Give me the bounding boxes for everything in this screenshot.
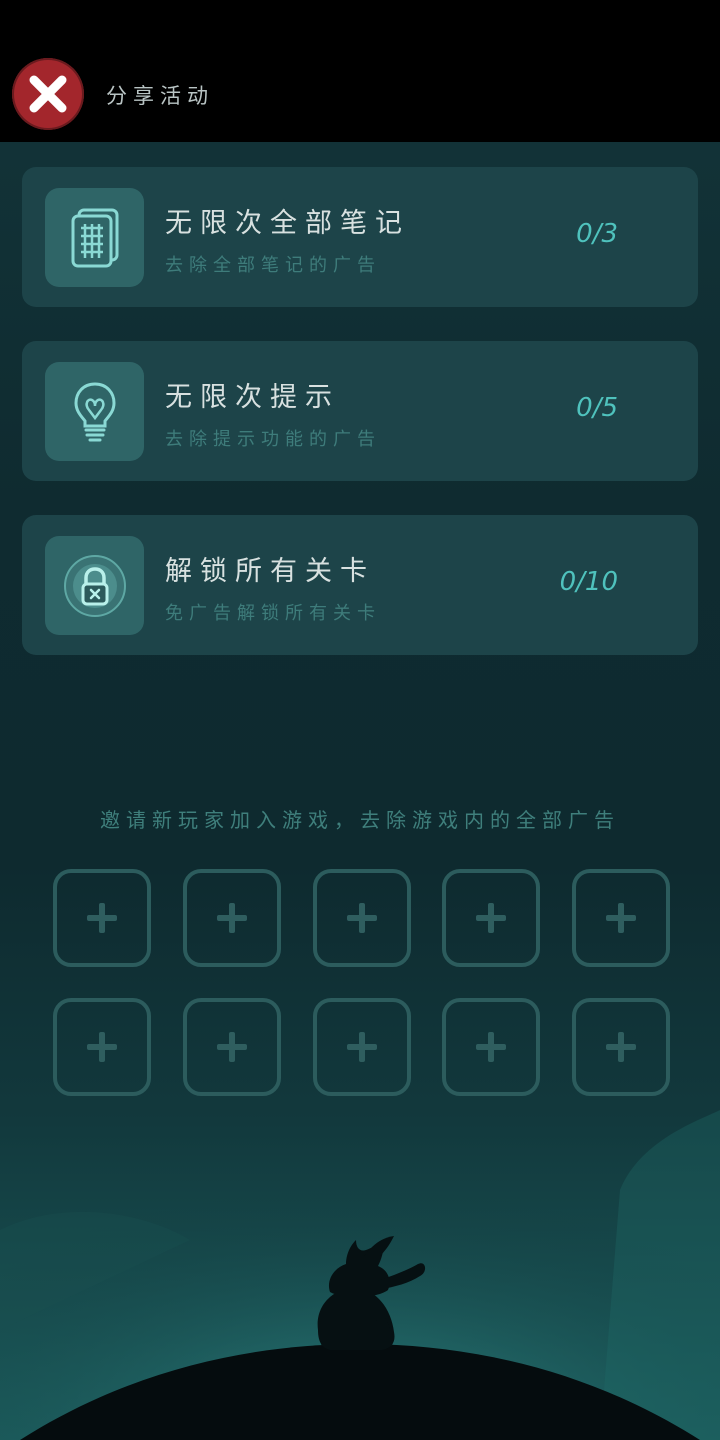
close-button[interactable]: [12, 58, 84, 130]
lightbulb-icon: [45, 362, 144, 461]
plus-icon: [87, 903, 117, 933]
close-icon: [29, 75, 67, 113]
card-title: 解锁所有关卡: [165, 556, 375, 587]
invite-slot[interactable]: [572, 869, 670, 967]
progress-count: 0/3: [576, 219, 618, 249]
invite-slot[interactable]: [442, 869, 540, 967]
plus-icon: [87, 1032, 117, 1062]
plus-icon: [476, 903, 506, 933]
padlock-icon: [45, 536, 144, 635]
card-subtitle: 去除提示功能的广告: [165, 429, 381, 450]
invite-slot[interactable]: [53, 869, 151, 967]
reward-card-notes[interactable]: 无限次全部笔记 去除全部笔记的广告 0/3: [22, 167, 698, 307]
plus-icon: [476, 1032, 506, 1062]
invite-slot[interactable]: [313, 869, 411, 967]
card-title: 无限次全部笔记: [165, 208, 410, 239]
card-subtitle: 免广告解锁所有关卡: [165, 603, 381, 624]
boy-on-planet-illustration: [0, 1080, 720, 1440]
plus-icon: [217, 903, 247, 933]
invite-slot[interactable]: [183, 869, 281, 967]
plus-icon: [347, 903, 377, 933]
plus-icon: [606, 903, 636, 933]
top-bar: 分享活动: [0, 0, 720, 142]
plus-icon: [347, 1032, 377, 1062]
plus-icon: [606, 1032, 636, 1062]
card-subtitle: 去除全部笔记的广告: [165, 255, 381, 276]
reward-card-unlock[interactable]: 解锁所有关卡 免广告解锁所有关卡 0/10: [22, 515, 698, 655]
share-activity-screen: 分享活动 无限次全部笔记 去除全部笔记的广告 0/3 无限次提示 去除提示功能的…: [0, 0, 720, 1440]
progress-count: 0/10: [559, 567, 618, 597]
invite-description: 邀请新玩家加入游戏，去除游戏内的全部广告: [100, 808, 620, 832]
progress-count: 0/5: [576, 393, 618, 423]
reward-card-hints[interactable]: 无限次提示 去除提示功能的广告 0/5: [22, 341, 698, 481]
page-title: 分享活动: [106, 84, 214, 108]
card-title: 无限次提示: [165, 382, 340, 413]
plus-icon: [217, 1032, 247, 1062]
notes-grid-icon: [45, 188, 144, 287]
